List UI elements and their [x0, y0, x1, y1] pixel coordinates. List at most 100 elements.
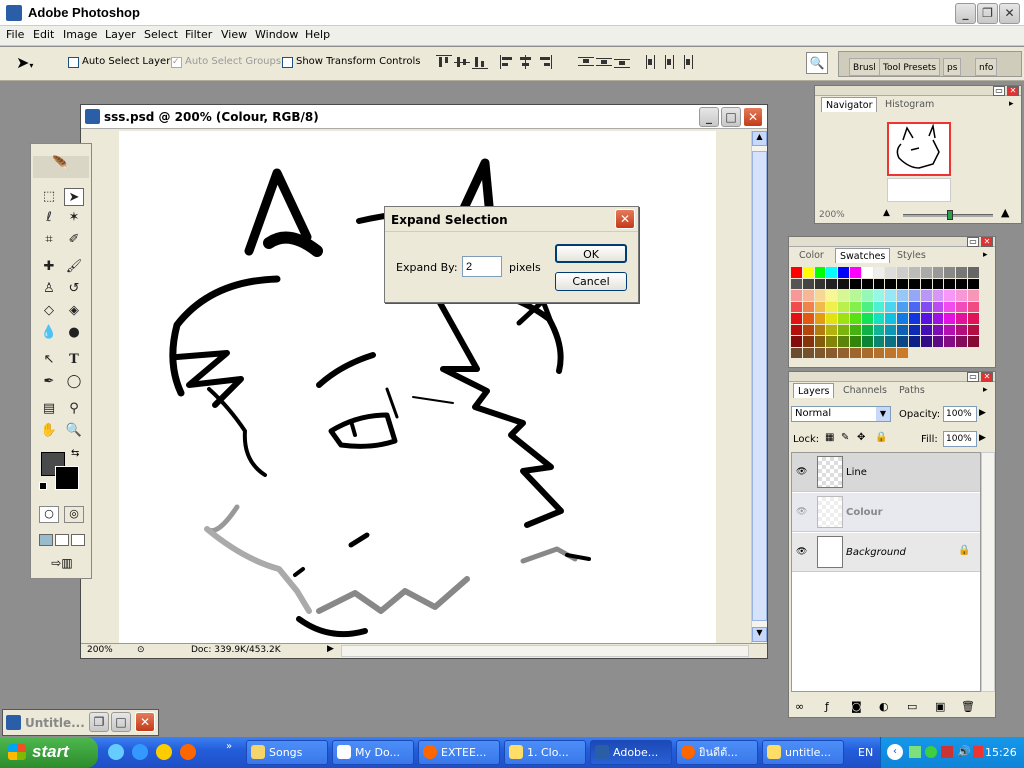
menu-layer[interactable]: Layer — [105, 28, 136, 41]
swatch-cell[interactable] — [968, 336, 979, 347]
swatch-cell[interactable] — [861, 267, 873, 278]
show-transform-controls-checkbox[interactable] — [282, 57, 293, 68]
swatch-cell[interactable] — [826, 301, 838, 312]
menu-file[interactable]: File — [6, 28, 24, 41]
menu-window[interactable]: Window — [255, 28, 298, 41]
swatch-cell[interactable] — [920, 290, 932, 301]
swatch-cell[interactable] — [897, 313, 908, 324]
navigator-menu-arrow[interactable]: ▸ — [1009, 99, 1014, 109]
tab-swatches[interactable]: Swatches — [835, 248, 891, 263]
swatch-cell[interactable] — [956, 278, 967, 289]
tab-paths[interactable]: Paths — [895, 383, 929, 398]
dodge-tool-icon[interactable]: ● — [64, 324, 84, 342]
swatch-cell[interactable] — [826, 290, 838, 301]
restore-button[interactable]: ❐ — [977, 3, 998, 24]
swatch-cell[interactable] — [814, 336, 826, 347]
swatch-cell[interactable] — [956, 324, 967, 335]
swatch-cell[interactable] — [885, 290, 897, 301]
swatch-cell[interactable] — [932, 301, 944, 312]
clone-stamp-tool-icon[interactable]: ♙ — [39, 280, 59, 298]
tab-channels[interactable]: Channels — [839, 383, 891, 398]
swatch-cell[interactable] — [968, 324, 979, 335]
opacity-input[interactable]: 100% — [943, 406, 977, 422]
align-hcenter-icon[interactable] — [518, 55, 534, 69]
swatch-cell[interactable] — [885, 347, 897, 358]
move-tool-icon[interactable]: ➤ — [64, 188, 84, 206]
swatch-cell[interactable] — [838, 290, 849, 301]
fill-input[interactable]: 100% — [943, 431, 977, 447]
minimized-restore-button[interactable]: ❐ — [89, 712, 109, 732]
swatch-cell[interactable] — [897, 290, 908, 301]
tray-volume-icon[interactable]: 🔊 — [957, 745, 971, 758]
swatch-cell[interactable] — [956, 267, 967, 278]
menu-select[interactable]: Select — [144, 28, 178, 41]
swatch-cell[interactable] — [814, 267, 826, 278]
tab-color[interactable]: Color — [795, 248, 828, 263]
swatch-cell[interactable] — [885, 278, 897, 289]
swatch-cell[interactable] — [791, 336, 802, 347]
swatch-cell[interactable] — [932, 290, 944, 301]
swatch-cell[interactable] — [802, 336, 814, 347]
hand-tool-icon[interactable]: ✋ — [39, 422, 59, 440]
swatch-cell[interactable] — [873, 336, 885, 347]
swatch-cell[interactable] — [838, 301, 849, 312]
swap-colors-icon[interactable]: ⇆ — [71, 448, 79, 459]
swatch-cell[interactable] — [885, 313, 897, 324]
distribute-top-icon[interactable] — [578, 55, 594, 69]
align-vcenter-icon[interactable] — [454, 55, 470, 69]
language-indicator[interactable]: EN — [858, 746, 873, 759]
tab-styles[interactable]: Styles — [893, 248, 930, 263]
distribute-hcenter-icon[interactable] — [662, 55, 678, 69]
zoom-level[interactable]: 200% — [87, 645, 113, 655]
move-tool-preset-icon[interactable]: ➤▾ — [16, 53, 33, 72]
align-top-icon[interactable] — [436, 55, 452, 69]
zoom-in-icon[interactable]: ▲ — [1001, 206, 1009, 219]
swatch-cell[interactable] — [861, 347, 873, 358]
layers-scrollbar[interactable] — [981, 452, 995, 692]
lock-all-icon[interactable]: 🔒 — [875, 432, 887, 443]
swatch-cell[interactable] — [802, 324, 814, 335]
magic-wand-tool-icon[interactable]: ✶ — [64, 209, 84, 227]
swatch-cell[interactable] — [956, 313, 967, 324]
swatch-cell[interactable] — [944, 324, 956, 335]
brush-tool-icon[interactable]: 🖌 — [64, 258, 84, 276]
horizontal-scrollbar[interactable] — [341, 645, 749, 657]
swatch-cell[interactable] — [791, 301, 802, 312]
task-clo[interactable]: 1. Clo... — [504, 740, 586, 765]
swatch-cell[interactable] — [897, 278, 908, 289]
eye-icon[interactable]: 👁 — [796, 547, 810, 557]
swatch-cell[interactable] — [826, 324, 838, 335]
task-untitled[interactable]: untitle... — [762, 740, 844, 765]
swatch-cell[interactable] — [944, 336, 956, 347]
swatch-cell[interactable] — [861, 336, 873, 347]
layers-menu-arrow[interactable]: ▸ — [983, 385, 988, 395]
default-colors-icon[interactable] — [39, 482, 47, 490]
swatch-cell[interactable] — [956, 336, 967, 347]
swatch-cell[interactable] — [909, 347, 920, 358]
quicklaunch-more-icon[interactable]: » — [226, 741, 232, 752]
paint-bucket-tool-icon[interactable]: ◈ — [64, 302, 84, 320]
navigator-palette-header[interactable] — [815, 86, 1021, 96]
swatch-cell[interactable] — [791, 278, 802, 289]
swatch-cell[interactable] — [802, 301, 814, 312]
swatch-cell[interactable] — [909, 278, 920, 289]
start-button[interactable]: start — [0, 737, 98, 768]
swatch-cell[interactable] — [897, 347, 908, 358]
history-brush-tool-icon[interactable]: ↺ — [64, 280, 84, 298]
swatch-cell[interactable] — [944, 267, 956, 278]
swatches-menu-arrow[interactable]: ▸ — [983, 250, 988, 260]
tray-security-icon[interactable] — [941, 746, 953, 758]
navigator-slider-thumb[interactable] — [947, 210, 953, 220]
swatch-cell[interactable] — [932, 336, 944, 347]
layer-row-background[interactable]: 👁 Background 🔒 — [792, 533, 980, 572]
swatch-cell[interactable] — [909, 290, 920, 301]
swatch-cell[interactable] — [802, 278, 814, 289]
quicklaunch-firefox-icon[interactable] — [180, 744, 196, 760]
swatch-cell[interactable] — [861, 301, 873, 312]
distribute-left-icon[interactable] — [644, 55, 660, 69]
screen-mode-standard-button[interactable] — [39, 534, 53, 546]
swatch-cell[interactable] — [920, 313, 932, 324]
swatch-cell[interactable] — [909, 301, 920, 312]
status-menu-arrow[interactable]: ▶ — [327, 644, 334, 654]
swatch-cell[interactable] — [791, 267, 802, 278]
